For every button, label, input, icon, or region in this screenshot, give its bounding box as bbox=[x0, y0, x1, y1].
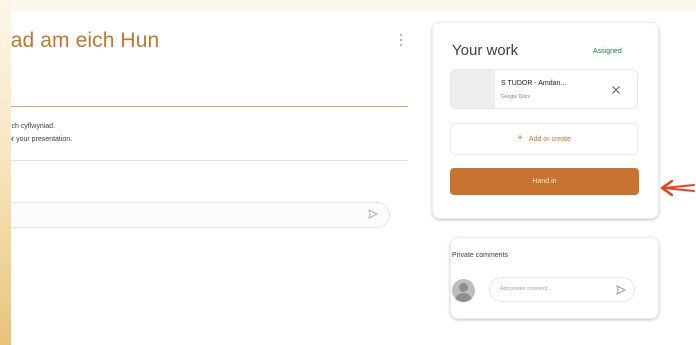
assignment-instructions: aich cyflwyniad. for your presentation. bbox=[6, 120, 72, 146]
send-icon[interactable] bbox=[367, 208, 379, 220]
title-divider bbox=[0, 106, 408, 107]
close-icon[interactable] bbox=[610, 84, 622, 96]
left-decorative-stripe bbox=[0, 0, 11, 345]
more-vert-icon[interactable] bbox=[398, 34, 404, 48]
instruction-line: aich cyflwyniad. bbox=[6, 123, 56, 130]
plus-icon: + bbox=[517, 133, 523, 144]
add-or-create-label: Add or create bbox=[528, 136, 571, 143]
class-comment-input[interactable] bbox=[0, 202, 390, 228]
assignment-main-panel: iad am eich Hun aich cyflwyniad. for you… bbox=[0, 0, 420, 345]
instruction-line: for your presentation. bbox=[6, 136, 73, 143]
private-comment-placeholder: Add private comment... bbox=[500, 286, 552, 292]
account-avatar-icon bbox=[452, 279, 475, 302]
your-work-title: Your work bbox=[452, 42, 519, 59]
attachment-name[interactable]: S TUDOR - Amdan... bbox=[501, 80, 566, 87]
add-or-create-button[interactable]: + Add or create bbox=[450, 123, 638, 155]
attachment-type: Google Docs bbox=[501, 94, 530, 100]
attachment-thumbnail[interactable] bbox=[451, 70, 495, 108]
assignment-status: Assigned bbox=[593, 48, 622, 55]
assignment-title: iad am eich Hun bbox=[6, 29, 160, 52]
send-icon[interactable] bbox=[615, 284, 627, 296]
hand-in-button[interactable]: Hand in bbox=[450, 168, 639, 195]
private-comments-title: Private comments bbox=[452, 252, 509, 259]
description-divider bbox=[0, 160, 408, 161]
red-arrow-annotation-icon bbox=[660, 179, 695, 197]
